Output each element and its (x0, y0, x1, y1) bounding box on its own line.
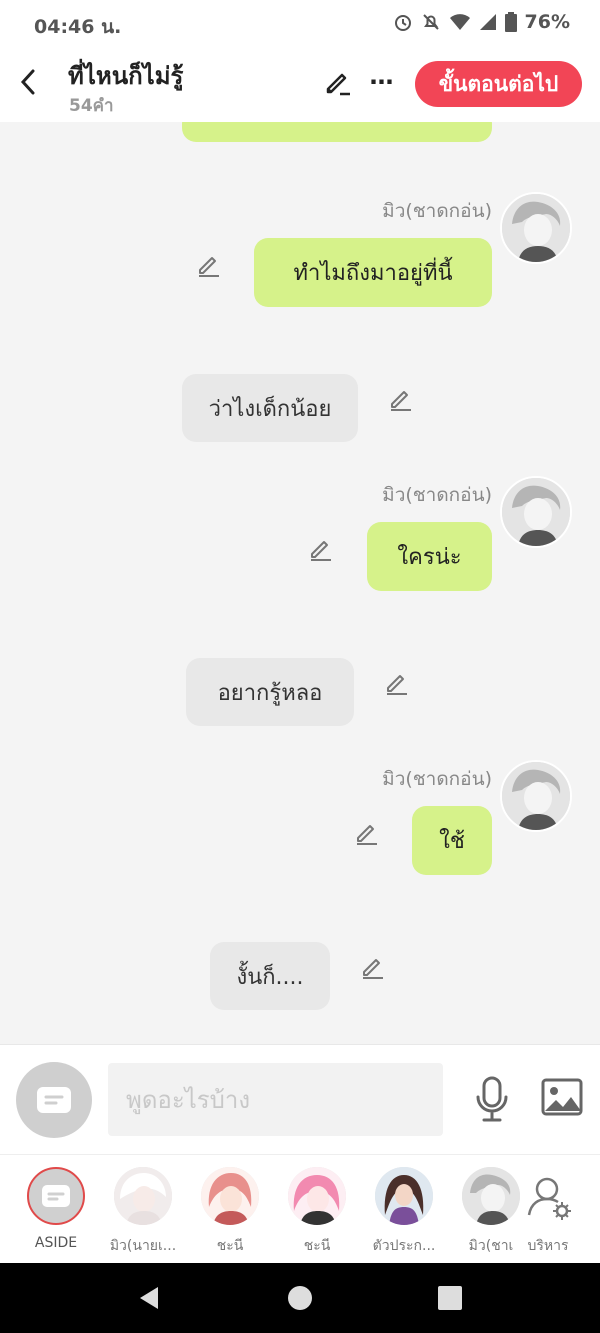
edit-message-icon[interactable] (384, 670, 410, 696)
character-item[interactable]: มิว(นายเ... (97, 1165, 189, 1257)
signal-icon (479, 14, 496, 30)
message-bubble[interactable]: ทำไมถึงมาอยู่ที่นี้ (254, 238, 492, 307)
mute-icon (422, 14, 439, 30)
mic-button[interactable] (470, 1075, 514, 1123)
character-avatar[interactable] (500, 476, 572, 548)
character-name: บริหาร (527, 1238, 569, 1254)
character-name: มิว(นายเ... (109, 1238, 177, 1254)
aside-icon (37, 1087, 71, 1113)
edit-message-icon[interactable] (354, 820, 380, 846)
message-sender: มิว(ชาดกอ่น) (382, 200, 492, 222)
manage-icon (519, 1167, 577, 1225)
character-aside[interactable]: ASIDE (10, 1165, 102, 1251)
next-step-button[interactable]: ขั้นตอนต่อไป (415, 61, 582, 107)
message-sender: มิว(ชาดกอ่น) (382, 768, 492, 790)
character-item[interactable]: ชะนี (184, 1165, 276, 1257)
alarm-icon (394, 15, 411, 31)
message-input[interactable]: พูดอะไรบ้าง (108, 1063, 443, 1136)
nav-home-button[interactable] (287, 1285, 313, 1311)
message-bubble[interactable]: ว่าไงเด็กน้อย (182, 374, 358, 442)
more-options-button[interactable]: ⋯ (366, 68, 398, 96)
manage-button[interactable]: บริหาร (502, 1165, 594, 1257)
story-title: ที่ไหนก็ไม่รู้ (68, 62, 184, 90)
nav-back-button[interactable] (136, 1285, 162, 1311)
word-count: 54คำ (69, 96, 114, 116)
character-item[interactable]: ชะนี (271, 1165, 363, 1257)
message-bubble[interactable]: ใครน่ะ (367, 522, 492, 591)
back-triangle-icon (140, 1287, 158, 1309)
aside-toggle-button[interactable] (16, 1062, 92, 1138)
chat-area[interactable]: มิว(ชาดกอ่น) ทำไมถึงมาอยู่ที่นี้ ว่าไงเด… (0, 122, 600, 1044)
microphone-icon (476, 1076, 508, 1122)
character-name: ชะนี (216, 1238, 244, 1254)
recents-square-icon (438, 1286, 462, 1310)
pencil-icon (326, 73, 350, 96)
system-nav-bar (0, 1263, 600, 1333)
battery-level: 76% (524, 11, 570, 33)
character-bar: ASIDE มิว(นายเ... ชะนี ชะนี ตัวประก... ม… (0, 1154, 600, 1263)
message-bubble[interactable]: อยากรู้หลอ (186, 658, 354, 726)
edit-message-icon[interactable] (360, 954, 386, 980)
character-avatar (375, 1167, 433, 1225)
character-name: ชะนี (303, 1238, 331, 1254)
back-button[interactable] (10, 62, 46, 102)
partial-message-bubble (182, 122, 492, 142)
message-bubble[interactable]: ใช้ (412, 806, 492, 875)
wifi-icon (449, 14, 470, 30)
nav-recents-button[interactable] (437, 1285, 463, 1311)
status-time: 04:46 น. (34, 16, 122, 38)
edit-message-icon[interactable] (196, 252, 222, 278)
character-avatar[interactable] (500, 760, 572, 832)
chevron-left-icon (20, 69, 35, 95)
character-avatar (114, 1167, 172, 1225)
status-icons: 76% (393, 11, 570, 33)
message-bubble[interactable]: งั้นก็.... (210, 942, 330, 1010)
status-bar: 04:46 น. 76% (0, 0, 600, 48)
input-bar: พูดอะไรบ้าง (0, 1044, 600, 1154)
battery-icon (504, 12, 517, 32)
home-circle-icon (288, 1286, 312, 1310)
header: ที่ไหนก็ไม่รู้ 54คำ ⋯ ขั้นตอนต่อไป (0, 48, 600, 122)
character-name: ตัวประก... (372, 1238, 436, 1254)
character-name: ASIDE (34, 1235, 78, 1251)
character-avatar[interactable] (500, 192, 572, 264)
message-sender: มิว(ชาดกอ่น) (382, 484, 492, 506)
image-button[interactable] (540, 1077, 584, 1117)
edit-message-icon[interactable] (308, 536, 334, 562)
image-icon (541, 1078, 583, 1116)
edit-title-button[interactable] (322, 66, 354, 98)
character-avatar (288, 1167, 346, 1225)
edit-message-icon[interactable] (388, 386, 414, 412)
aside-icon (27, 1167, 85, 1225)
character-avatar (201, 1167, 259, 1225)
character-item[interactable]: ตัวประก... (358, 1165, 450, 1257)
